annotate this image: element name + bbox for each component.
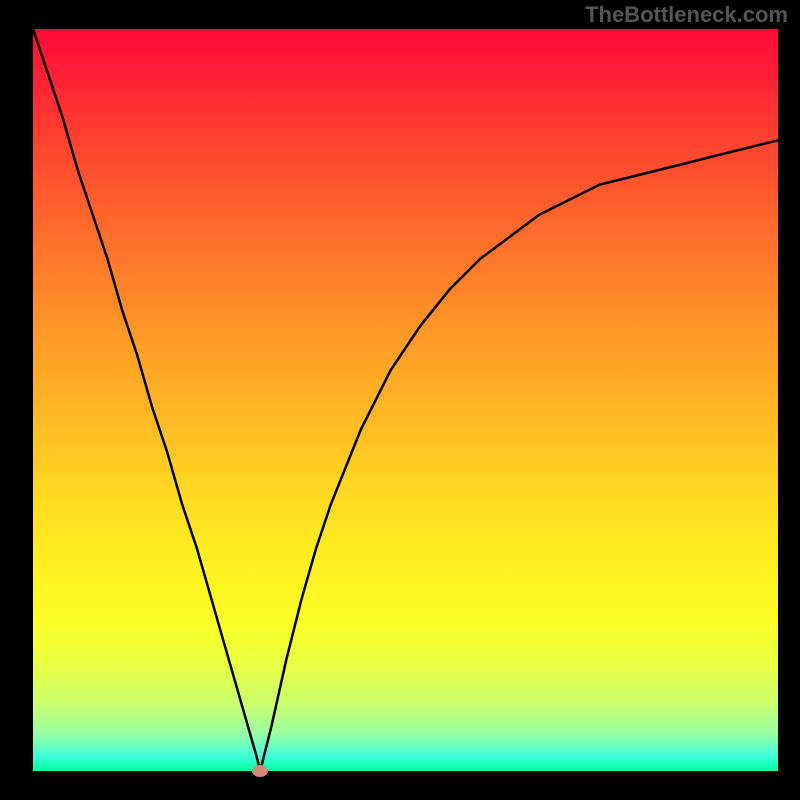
bottleneck-curve: [33, 29, 778, 771]
watermark-text: TheBottleneck.com: [585, 2, 788, 28]
chart-plot-area: [33, 29, 778, 771]
optimal-point-marker: [252, 765, 268, 777]
